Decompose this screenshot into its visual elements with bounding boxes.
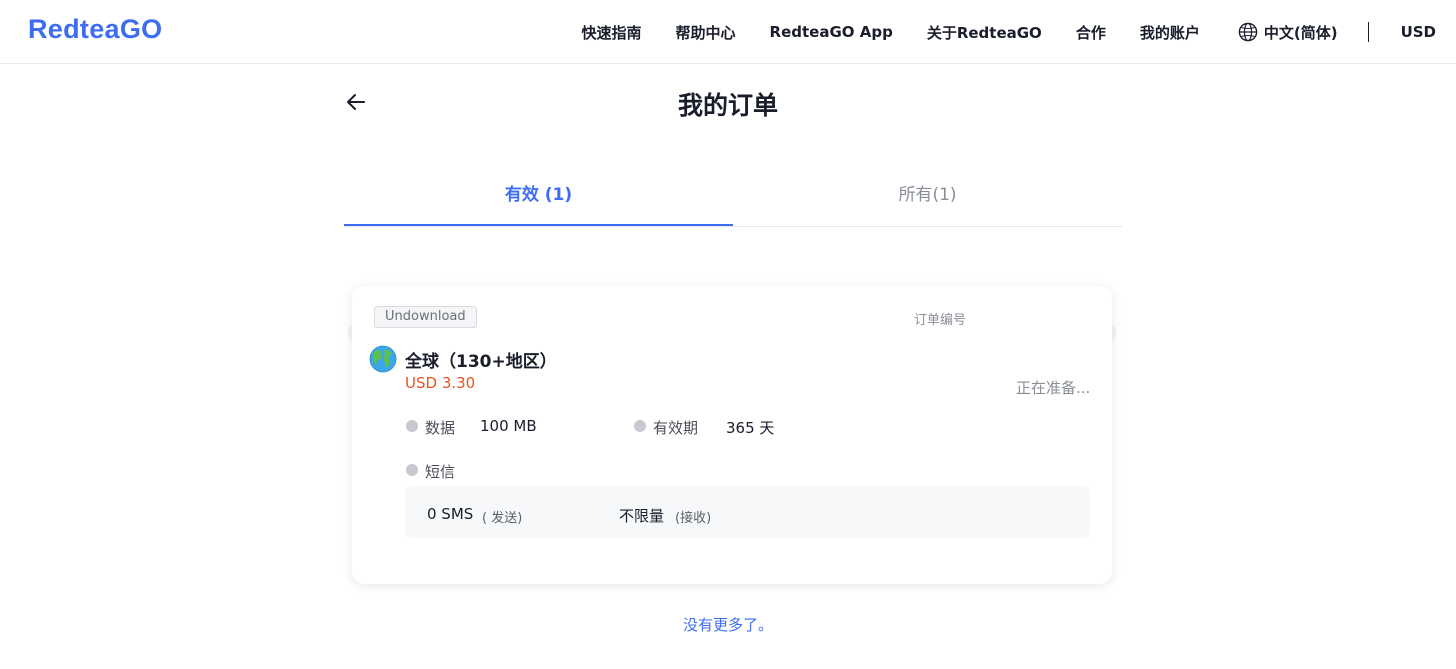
nav-divider bbox=[1367, 22, 1369, 42]
page-title: 我的订单 bbox=[677, 91, 778, 120]
language-selector[interactable]: 中文(简体) bbox=[1238, 22, 1338, 43]
status-badge: Undownload bbox=[374, 306, 477, 328]
order-number-label: 订单编号 bbox=[914, 313, 967, 328]
sms-receive-value: 不限量 bbox=[619, 507, 665, 525]
globe-earth-icon bbox=[369, 345, 397, 373]
no-more-text: 没有更多了。 bbox=[682, 616, 773, 634]
nav-quick-guide[interactable]: 快速指南 bbox=[581, 22, 641, 43]
tab-all-orders[interactable]: 所有(1) bbox=[733, 168, 1122, 226]
plan-name: 全球（130+地区） bbox=[405, 352, 557, 372]
plan-price: USD 3.30 bbox=[405, 374, 476, 392]
data-label: 数据 bbox=[425, 419, 456, 437]
order-card[interactable]: Undownload 订单编号 全球（130+地区） USD 3.30 正在准备… bbox=[352, 286, 1112, 584]
currency-selector[interactable]: USD bbox=[1401, 23, 1436, 41]
sms-send-note: ( 发送) bbox=[482, 511, 523, 526]
clock-icon bbox=[634, 420, 646, 432]
data-value: 100 MB bbox=[480, 417, 537, 435]
nav-about[interactable]: 关于RedteaGO bbox=[927, 22, 1042, 43]
validity-value: 365 天 bbox=[726, 419, 775, 437]
order-status-text: 正在准备... bbox=[1016, 379, 1091, 397]
data-icon bbox=[406, 420, 418, 432]
order-tabs: 有效 (1) 所有(1) bbox=[344, 168, 1122, 227]
sms-label: 短信 bbox=[425, 463, 456, 481]
nav-app[interactable]: RedteaGO App bbox=[770, 23, 893, 41]
top-header: RedteaGO 快速指南 帮助中心 RedteaGO App 关于Redtea… bbox=[0, 0, 1456, 64]
tab-active-orders[interactable]: 有效 (1) bbox=[344, 168, 733, 226]
sms-icon bbox=[406, 464, 418, 476]
globe-icon bbox=[1238, 22, 1258, 42]
main-nav: 快速指南 帮助中心 RedteaGO App 关于RedteaGO 合作 我的账… bbox=[581, 0, 1436, 64]
nav-partnership[interactable]: 合作 bbox=[1076, 22, 1106, 43]
language-label: 中文(简体) bbox=[1263, 23, 1338, 42]
validity-label: 有效期 bbox=[653, 419, 699, 437]
sms-details: 0 SMS ( 发送) 不限量 (接收) bbox=[405, 486, 1090, 538]
nav-my-account[interactable]: 我的账户 bbox=[1140, 22, 1200, 43]
sms-receive-note: (接收) bbox=[675, 511, 712, 526]
sms-send-value: 0 SMS bbox=[427, 505, 474, 523]
nav-help-center[interactable]: 帮助中心 bbox=[676, 22, 736, 43]
logo[interactable]: RedteaGO bbox=[28, 14, 162, 45]
